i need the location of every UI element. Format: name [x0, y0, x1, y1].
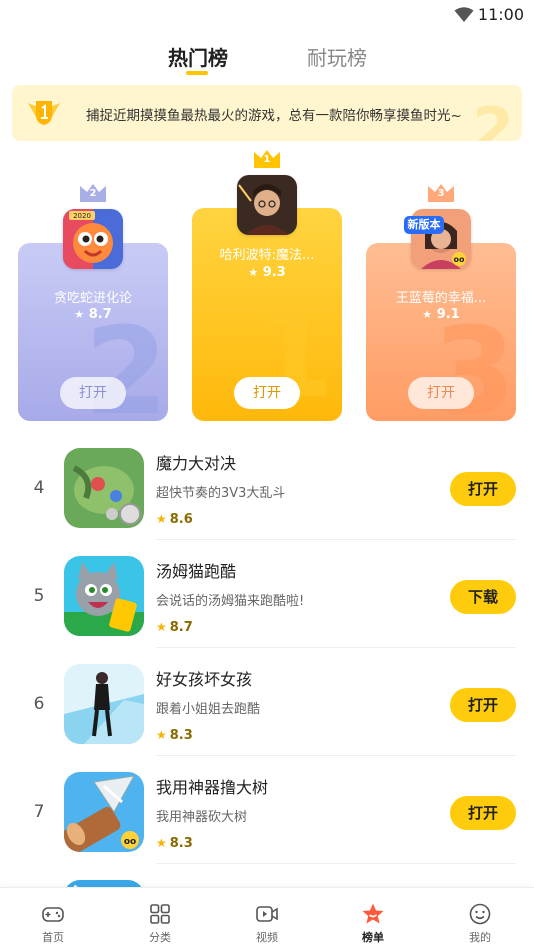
nav-label: 视频 [256, 931, 278, 944]
banner-decoration: 2 [472, 95, 514, 141]
nav-ranking[interactable]: 榜单 [320, 888, 426, 951]
game-description: 超快节奏的3V3大乱斗 [156, 486, 286, 501]
list-item[interactable]: 5 汤姆猫跑酷 会说话的汤姆猫来跑酷啦! ★ 8.7 下载 [0, 540, 534, 648]
tab-indicator [186, 71, 208, 75]
rank-number: 4 [33, 478, 45, 498]
game-title: 汤姆猫跑酷 [156, 562, 237, 581]
grid-icon [150, 904, 170, 924]
tab-playable[interactable]: 耐玩榜 [307, 42, 367, 71]
podium-game-score: ★ 9.3 [248, 265, 286, 280]
podium-open-button[interactable]: 打开 [234, 377, 300, 409]
game-icon-tree-chop[interactable]: oo [64, 772, 144, 852]
svg-text:oo: oo [124, 837, 136, 847]
rank-number: 5 [33, 586, 45, 606]
podium-open-button[interactable]: 打开 [60, 377, 126, 409]
smiley-icon [469, 903, 491, 925]
nav-label: 分类 [149, 931, 171, 944]
wifi-icon [454, 7, 474, 22]
rank-number: 6 [33, 694, 45, 714]
game-description: 跟着小姐姐去跑酷 [156, 702, 261, 717]
nav-home[interactable]: 首页 [0, 888, 106, 951]
bottom-nav: 首页 分类 视频 榜单 我的 [0, 887, 534, 951]
game-icon-good-bad-girl[interactable] [64, 664, 144, 744]
list-item[interactable]: 6 好女孩坏女孩 跟着小姐姐去跑酷 ★ 8.3 打开 [0, 648, 534, 756]
game-rating: ★ 8.3 [156, 836, 193, 851]
podium-card-2[interactable]: 2 贪吃蛇进化论 ★ 8.7 打开 [18, 243, 168, 421]
download-button[interactable]: 下载 [450, 580, 516, 614]
list-item[interactable]: 4 魔力大对决 超快节奏的3V3大乱斗 ★ 8.6 打开 [0, 432, 534, 540]
ranking-tabs: 热门榜 耐玩榜 [0, 42, 534, 82]
podium-game-name: 王蓝莓的幸福... [395, 291, 487, 306]
new-version-badge: 新版本 [404, 216, 444, 234]
game-icon-talking-tom[interactable] [64, 556, 144, 636]
video-icon [256, 906, 278, 922]
status-time: 11:00 [477, 5, 524, 24]
open-button[interactable]: 打开 [450, 796, 516, 830]
podium-game-name: 哈利波特:魔法... [219, 248, 315, 263]
nav-video[interactable]: 视频 [214, 888, 320, 951]
svg-text:oo: oo [454, 255, 465, 264]
game-icon-magic-duel[interactable] [64, 448, 144, 528]
game-rating: ★ 8.6 [156, 512, 193, 527]
gamepad-icon [42, 907, 64, 922]
podium-open-button[interactable]: 打开 [408, 377, 474, 409]
svg-text:2020: 2020 [73, 212, 91, 220]
nav-label: 榜单 [362, 931, 384, 944]
crown-silver-icon: 2 [78, 182, 108, 204]
notice-banner: 捕捉近期摸摸鱼最热最火的游戏，总有一款陪你畅享摸鱼时光~ 2 [12, 85, 522, 141]
nav-profile[interactable]: 我的 [427, 888, 533, 951]
list-item[interactable]: 7 oo 我用神器撸大树 我用神器砍大树 ★ 8.3 打开 [0, 756, 534, 864]
rank-number: 7 [33, 802, 45, 822]
podium-game-score: ★ 8.7 [74, 307, 112, 322]
star-icon: ★ [156, 620, 167, 634]
game-description: 会说话的汤姆猫来跑酷啦! [156, 594, 305, 609]
crown-gold-icon: 1 [252, 148, 282, 170]
star-icon: ★ [156, 512, 167, 526]
open-button[interactable]: 打开 [450, 688, 516, 722]
podium-game-name: 贪吃蛇进化论 [53, 291, 132, 306]
open-button[interactable]: 打开 [450, 472, 516, 506]
podium-card-1[interactable]: 1 哈利波特:魔法... ★ 9.3 打开 [192, 208, 342, 421]
star-icon: ★ [156, 836, 167, 850]
game-rating: ★ 8.7 [156, 620, 193, 635]
game-rating: ★ 8.3 [156, 728, 193, 743]
banner-text: 捕捉近期摸摸鱼最热最火的游戏，总有一款陪你畅享摸鱼时光~ [86, 108, 462, 124]
medal-icon [28, 101, 60, 125]
crown-bronze-icon: 3 [426, 182, 456, 204]
podium-game-score: ★ 9.1 [422, 307, 460, 322]
game-icon-snake[interactable]: 2020 [63, 209, 123, 269]
game-title: 魔力大对决 [156, 454, 237, 473]
screen: 11:00 热门榜 耐玩榜 捕捉近期摸摸鱼最热最火的游戏，总有一款陪你畅享摸鱼时… [0, 0, 534, 951]
game-title: 我用神器撸大树 [156, 778, 269, 797]
game-description: 我用神器砍大树 [156, 810, 248, 825]
game-icon-harry-potter[interactable] [237, 175, 297, 235]
podium-card-3[interactable]: 3 王蓝莓的幸福... ★ 9.1 打开 [366, 243, 516, 421]
tab-hot[interactable]: 热门榜 [168, 42, 228, 71]
nav-label: 首页 [42, 931, 64, 944]
nav-label: 我的 [469, 931, 491, 944]
star-icon [362, 903, 384, 924]
game-title: 好女孩坏女孩 [156, 670, 253, 689]
nav-category[interactable]: 分类 [107, 888, 213, 951]
star-icon: ★ [156, 728, 167, 742]
status-bar: 11:00 [0, 0, 534, 30]
